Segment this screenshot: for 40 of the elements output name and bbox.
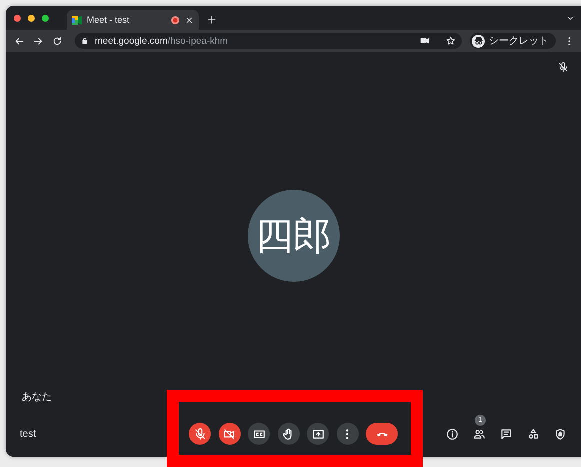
info-icon — [446, 428, 458, 440]
shapes-icon — [526, 428, 540, 440]
tab-list-icon[interactable] — [566, 14, 575, 23]
muted-mic-icon — [558, 62, 569, 72]
bookmark-star-icon[interactable] — [446, 36, 456, 46]
camera-off-icon — [223, 428, 236, 440]
present-button[interactable] — [307, 423, 329, 445]
tab-title: Meet - test — [87, 15, 131, 25]
close-icon[interactable] — [185, 16, 194, 24]
raise-hand-button[interactable] — [278, 423, 300, 445]
new-tab-icon[interactable] — [207, 15, 217, 25]
more-options-button[interactable] — [336, 423, 358, 445]
browser-tab[interactable]: Meet - test — [67, 10, 199, 30]
captions-button[interactable] — [248, 423, 270, 445]
chat-icon — [500, 428, 512, 440]
camera-button[interactable] — [218, 423, 240, 445]
camera-icon[interactable] — [420, 36, 430, 46]
back-icon[interactable] — [14, 36, 25, 46]
meeting-name: test — [19, 428, 38, 440]
people-icon — [472, 428, 486, 440]
lock-icon — [81, 37, 89, 45]
close-window-button[interactable] — [14, 14, 21, 22]
meet-logo-icon — [72, 16, 82, 24]
mic-off-icon — [194, 428, 206, 440]
microphone-button[interactable] — [189, 423, 211, 445]
reload-icon[interactable] — [52, 36, 63, 46]
incognito-icon — [474, 36, 484, 46]
url-text: meet.google.com/hso-ipea-khm — [95, 36, 228, 46]
hand-icon — [282, 428, 295, 440]
present-screen-icon — [312, 428, 324, 440]
incognito-profile-button[interactable]: シークレット — [470, 33, 556, 49]
minimize-window-button[interactable] — [28, 14, 35, 22]
address-bar[interactable]: meet.google.com/hso-ipea-khm — [75, 33, 462, 49]
shield-lock-icon — [554, 428, 566, 440]
participant-avatar: 四郎 — [248, 190, 340, 282]
forward-icon[interactable] — [33, 36, 44, 46]
participant-name: あなた — [22, 392, 52, 403]
captions-icon — [252, 428, 266, 440]
zoom-window-button[interactable] — [42, 14, 49, 22]
leave-call-button[interactable] — [366, 423, 398, 445]
